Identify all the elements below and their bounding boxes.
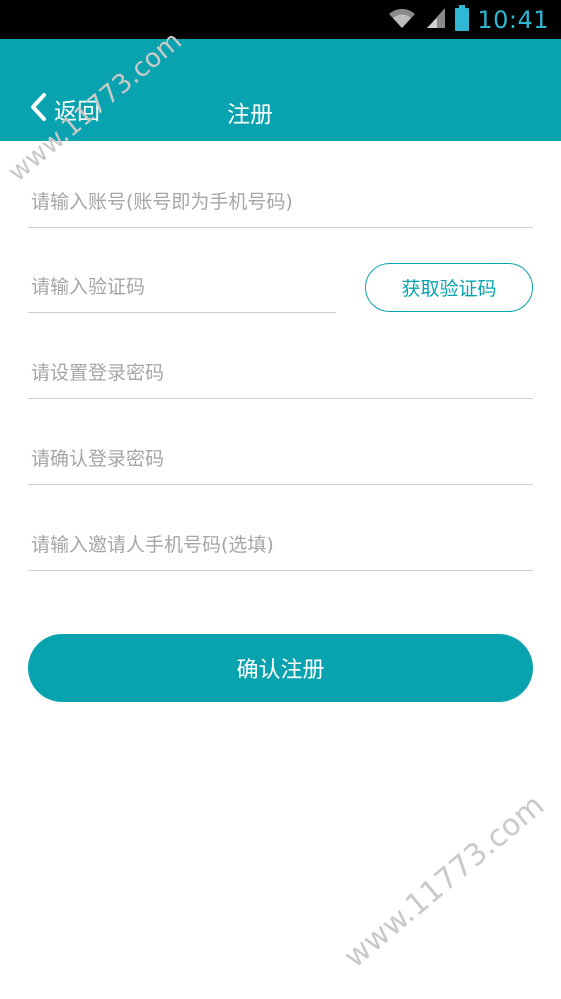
confirm-password-input[interactable] bbox=[28, 439, 533, 479]
inviter-field-row bbox=[28, 511, 533, 571]
get-code-button[interactable]: 获取验证码 bbox=[365, 263, 533, 312]
confirm-password-field-row bbox=[28, 425, 533, 485]
battery-icon bbox=[455, 5, 470, 35]
password-input[interactable] bbox=[28, 353, 533, 393]
password-field-row bbox=[28, 339, 533, 399]
status-icons: 10:41 bbox=[387, 5, 549, 35]
account-field-row bbox=[28, 168, 533, 228]
status-bar: 10:41 bbox=[0, 0, 561, 39]
app-bar: 返回 注册 bbox=[0, 39, 561, 141]
signal-icon bbox=[425, 6, 447, 34]
inviter-phone-input[interactable] bbox=[28, 525, 533, 565]
account-input[interactable] bbox=[28, 182, 533, 222]
status-time: 10:41 bbox=[477, 6, 549, 34]
watermark-bottom: www.11773.com bbox=[337, 787, 552, 975]
verification-code-input[interactable] bbox=[28, 267, 336, 307]
page-title: 注册 bbox=[227, 102, 273, 128]
code-field-row bbox=[28, 253, 336, 313]
confirm-register-button[interactable]: 确认注册 bbox=[28, 634, 533, 702]
wifi-icon bbox=[387, 6, 417, 34]
